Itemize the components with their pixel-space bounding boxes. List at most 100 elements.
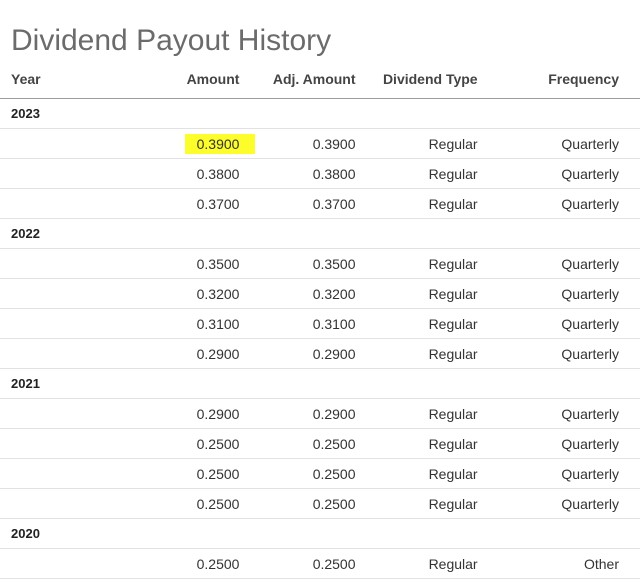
adj-amount-cell: 0.2500 bbox=[239, 488, 356, 519]
amount-value: 0.3100 bbox=[196, 315, 240, 332]
year-group-row: 2022 bbox=[0, 218, 640, 249]
frequency-cell: Quarterly bbox=[477, 248, 640, 279]
year-group-row: 2021 bbox=[0, 368, 640, 399]
frequency-cell: Quarterly bbox=[477, 488, 640, 519]
amount-cell: 0.2500 bbox=[123, 458, 240, 489]
amount-value: 0.2900 bbox=[196, 405, 240, 422]
adj-amount-cell: 0.2900 bbox=[239, 338, 356, 369]
table-row: 0.3100 0.3100 Regular Quarterly bbox=[0, 308, 640, 339]
year-label: 2021 bbox=[0, 368, 640, 399]
dividend-type-cell: Regular bbox=[355, 428, 478, 459]
dividend-type-cell: Regular bbox=[355, 548, 478, 579]
adj-amount-cell: 0.2500 bbox=[239, 428, 356, 459]
table-row: 0.2500 0.2500 Regular Other bbox=[0, 548, 640, 579]
table-row: 0.2500 0.2500 Regular Quarterly bbox=[0, 488, 640, 519]
column-header-amount[interactable]: Amount bbox=[123, 60, 240, 99]
amount-value: 0.2500 bbox=[196, 435, 240, 452]
year-cell bbox=[0, 188, 124, 219]
frequency-cell: Quarterly bbox=[477, 458, 640, 489]
page-title: Dividend Payout History bbox=[11, 24, 332, 58]
adj-amount-cell: 0.3800 bbox=[239, 158, 356, 189]
column-header-adj-amount[interactable]: Adj. Amount bbox=[239, 60, 356, 99]
amount-cell: 0.2900 bbox=[123, 398, 240, 429]
dividend-type-cell: Regular bbox=[355, 308, 478, 339]
frequency-cell: Quarterly bbox=[477, 128, 640, 159]
dividend-type-cell: Regular bbox=[355, 128, 478, 159]
year-cell bbox=[0, 308, 124, 339]
adj-amount-cell: 0.3100 bbox=[239, 308, 356, 339]
amount-cell: 0.3200 bbox=[123, 278, 240, 309]
table-row: 0.3200 0.3200 Regular Quarterly bbox=[0, 278, 640, 309]
amount-cell: 0.3800 bbox=[123, 158, 240, 189]
highlighted-amount: 0.3900 bbox=[184, 133, 256, 154]
adj-amount-cell: 0.2500 bbox=[239, 548, 356, 579]
adj-amount-cell: 0.2900 bbox=[239, 398, 356, 429]
adj-amount-cell: 0.2500 bbox=[239, 458, 356, 489]
year-cell bbox=[0, 248, 124, 279]
amount-cell: 0.3900 bbox=[123, 128, 256, 159]
amount-value: 0.2500 bbox=[196, 555, 240, 572]
adj-amount-cell: 0.3200 bbox=[239, 278, 356, 309]
table-row: 0.2900 0.2900 Regular Quarterly bbox=[0, 398, 640, 429]
amount-value: 0.2900 bbox=[196, 345, 240, 362]
dividend-type-cell: Regular bbox=[355, 158, 478, 189]
adj-amount-cell: 0.3500 bbox=[239, 248, 356, 279]
dividend-type-cell: Regular bbox=[355, 488, 478, 519]
amount-cell: 0.2500 bbox=[123, 428, 240, 459]
adj-amount-cell: 0.3700 bbox=[239, 188, 356, 219]
dividend-table: Year Amount Adj. Amount Dividend Type Fr… bbox=[0, 60, 640, 579]
column-header-dividend-type[interactable]: Dividend Type bbox=[355, 60, 478, 99]
table-row: 0.3700 0.3700 Regular Quarterly bbox=[0, 188, 640, 219]
year-label: 2023 bbox=[0, 98, 640, 129]
year-cell bbox=[0, 278, 124, 309]
table-row: 0.2500 0.2500 Regular Quarterly bbox=[0, 458, 640, 489]
table-row: 0.3900 0.3900 Regular Quarterly bbox=[0, 128, 640, 159]
amount-value: 0.3500 bbox=[196, 255, 240, 272]
table-row: 0.2500 0.2500 Regular Quarterly bbox=[0, 428, 640, 459]
year-cell bbox=[0, 488, 124, 519]
amount-value: 0.3800 bbox=[196, 165, 240, 182]
table-header-row: Year Amount Adj. Amount Dividend Type Fr… bbox=[0, 60, 640, 99]
dividend-type-cell: Regular bbox=[355, 398, 478, 429]
year-label: 2022 bbox=[0, 218, 640, 249]
adj-amount-cell: 0.3900 bbox=[239, 128, 356, 159]
column-header-frequency[interactable]: Frequency bbox=[477, 60, 640, 99]
year-cell bbox=[0, 128, 124, 159]
dividend-type-cell: Regular bbox=[355, 458, 478, 489]
year-cell bbox=[0, 428, 124, 459]
amount-cell: 0.2900 bbox=[123, 338, 240, 369]
amount-value: 0.2500 bbox=[196, 495, 240, 512]
year-cell bbox=[0, 158, 124, 189]
amount-cell: 0.2500 bbox=[123, 488, 240, 519]
table-row: 0.2900 0.2900 Regular Quarterly bbox=[0, 338, 640, 369]
frequency-cell: Quarterly bbox=[477, 308, 640, 339]
amount-cell: 0.3500 bbox=[123, 248, 240, 279]
year-cell bbox=[0, 458, 124, 489]
table-row: 0.3800 0.3800 Regular Quarterly bbox=[0, 158, 640, 189]
frequency-cell: Quarterly bbox=[477, 188, 640, 219]
column-header-year[interactable]: Year bbox=[0, 60, 124, 99]
dividend-type-cell: Regular bbox=[355, 188, 478, 219]
year-group-row: 2023 bbox=[0, 98, 640, 129]
amount-cell: 0.2500 bbox=[123, 548, 240, 579]
frequency-cell: Quarterly bbox=[477, 338, 640, 369]
year-label: 2020 bbox=[0, 518, 640, 549]
dividend-type-cell: Regular bbox=[355, 278, 478, 309]
dividend-type-cell: Regular bbox=[355, 338, 478, 369]
frequency-cell: Quarterly bbox=[477, 398, 640, 429]
amount-cell: 0.3100 bbox=[123, 308, 240, 339]
dividend-type-cell: Regular bbox=[355, 248, 478, 279]
frequency-cell: Quarterly bbox=[477, 158, 640, 189]
frequency-cell: Quarterly bbox=[477, 428, 640, 459]
frequency-cell: Quarterly bbox=[477, 278, 640, 309]
table-body: 2023 0.3900 0.3900 Regular Quarterly 0.3800 0.… bbox=[0, 98, 640, 579]
amount-value: 0.3700 bbox=[196, 195, 240, 212]
table-row: 0.3500 0.3500 Regular Quarterly bbox=[0, 248, 640, 279]
year-cell bbox=[0, 338, 124, 369]
year-cell bbox=[0, 548, 124, 579]
year-group-row: 2020 bbox=[0, 518, 640, 549]
amount-value: 0.3200 bbox=[196, 285, 240, 302]
year-cell bbox=[0, 398, 124, 429]
amount-cell: 0.3700 bbox=[123, 188, 240, 219]
frequency-cell: Other bbox=[477, 548, 640, 579]
